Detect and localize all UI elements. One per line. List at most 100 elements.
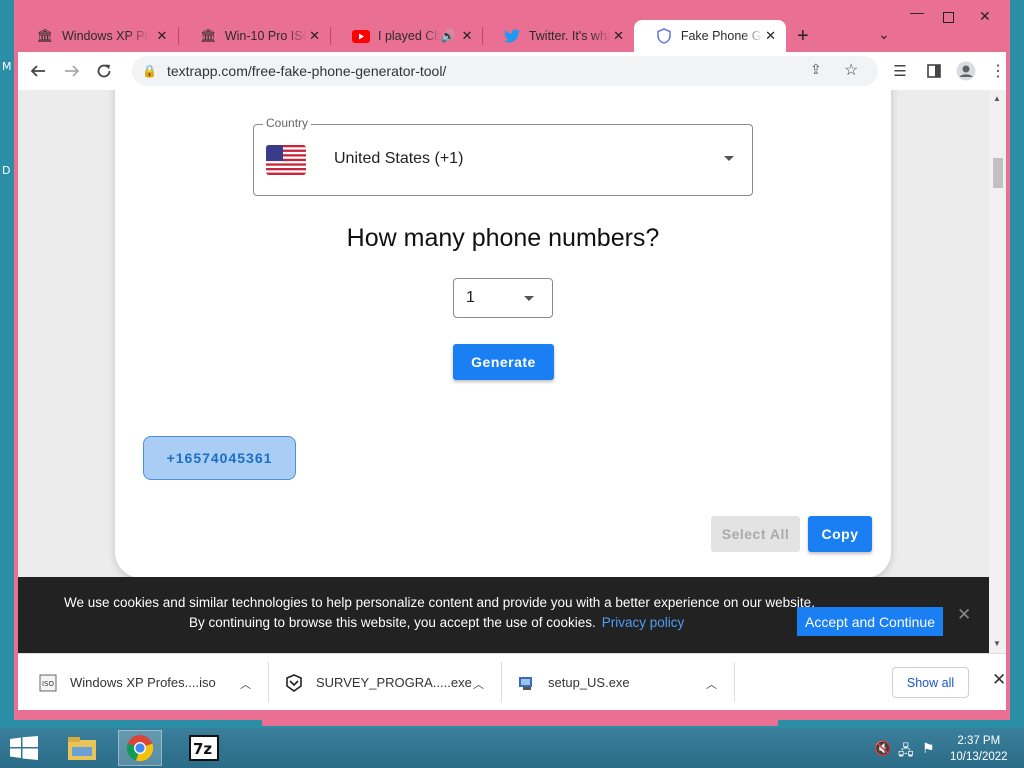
address-bar[interactable]: 🔒 textrapp.com/free-fake-phone-generator… bbox=[132, 56, 878, 86]
back-arrow-icon[interactable] bbox=[22, 55, 54, 87]
download-item-setup[interactable]: setup_US.exe bbox=[516, 654, 726, 711]
download-filename: Windows XP Profes....iso bbox=[70, 675, 216, 690]
browser-toolbar: 🔒 textrapp.com/free-fake-phone-generator… bbox=[18, 52, 1006, 90]
twitter-icon bbox=[504, 27, 521, 45]
show-all-button[interactable]: Show all bbox=[892, 667, 969, 698]
chevron-up-icon[interactable]: ︿ bbox=[473, 676, 484, 692]
speaker-muted-icon[interactable]: 🔇 bbox=[874, 740, 891, 757]
tab-windows-xp[interactable]: 🏛 Windows XP Pro ✕ bbox=[14, 20, 178, 52]
page-scrollbar[interactable]: ▲ ▼ bbox=[989, 90, 1006, 653]
scroll-up-arrow-icon[interactable]: ▲ bbox=[993, 94, 1001, 103]
caret-down-icon bbox=[724, 156, 734, 161]
country-label: Country bbox=[263, 116, 312, 130]
file-explorer-icon[interactable] bbox=[60, 730, 104, 766]
svg-text:7z: 7z bbox=[193, 740, 212, 758]
cookie-banner: We use cookies and similar technologies … bbox=[18, 577, 989, 653]
download-separator bbox=[501, 662, 502, 702]
download-item-survey[interactable]: SURVEY_PROGRA.....exe bbox=[284, 654, 494, 711]
tab-search-chevron-icon[interactable]: ⌄ bbox=[878, 26, 890, 43]
share-icon[interactable]: ⇪ bbox=[810, 61, 822, 78]
country-value: United States (+1) bbox=[334, 150, 464, 167]
cookie-close-icon[interactable]: ✕ bbox=[957, 605, 971, 625]
generator-card: United States (+1) Country How many phon… bbox=[115, 90, 891, 578]
taskbar: 7z 🔇 🖧 ⚑ 2:37 PM 10/13/2022 bbox=[0, 728, 1024, 768]
clock-date: 10/13/2022 bbox=[950, 751, 1008, 763]
tab-win10[interactable]: 🏛 Win-10 Pro ISO ✕ bbox=[178, 20, 330, 52]
tab-twitter[interactable]: Twitter. It's what ✕ bbox=[482, 20, 634, 52]
chevron-up-icon[interactable]: ︿ bbox=[706, 676, 717, 692]
browser-window: 🏛 Windows XP Pro ✕ 🏛 Win-10 Pro ISO ✕ I … bbox=[14, 0, 1010, 720]
tab-title: Fake Phone Ger bbox=[680, 29, 763, 43]
chrome-icon[interactable] bbox=[118, 730, 162, 766]
select-all-button[interactable]: Select All bbox=[711, 516, 800, 552]
clock-time: 2:37 PM bbox=[957, 735, 1001, 747]
maximize-icon[interactable] bbox=[943, 10, 954, 26]
close-icon[interactable]: ✕ bbox=[460, 28, 474, 44]
exe-file-icon bbox=[284, 673, 304, 693]
speaker-icon[interactable]: 🔊 bbox=[440, 27, 456, 45]
close-icon[interactable]: ✕ bbox=[992, 670, 1006, 690]
forward-arrow-icon[interactable] bbox=[56, 55, 88, 87]
shield-icon bbox=[656, 27, 673, 45]
close-icon[interactable]: ✕ bbox=[307, 28, 322, 44]
tab-title: Windows XP Pro bbox=[62, 29, 150, 43]
count-value: 1 bbox=[466, 289, 475, 306]
reload-icon[interactable] bbox=[88, 55, 120, 87]
svg-text:ISO: ISO bbox=[42, 680, 55, 688]
cookie-text-line2-body: By continuing to browse this website, yo… bbox=[189, 615, 596, 630]
bank-icon: 🏛 bbox=[200, 28, 217, 43]
side-panel-icon[interactable] bbox=[918, 55, 950, 87]
profile-avatar-icon[interactable] bbox=[950, 55, 982, 87]
cookie-text-line1: We use cookies and similar technologies … bbox=[64, 595, 815, 610]
us-flag-icon bbox=[266, 145, 306, 175]
phone-number-chip[interactable]: +16574045361 bbox=[143, 436, 296, 480]
download-shelf: ISO Windows XP Profes....iso ︿ SURVEY_PR… bbox=[18, 653, 1006, 710]
desktop-letter-d: D bbox=[2, 164, 11, 177]
download-item-xp[interactable]: ISO Windows XP Profes....iso bbox=[38, 654, 248, 711]
action-center-icon[interactable]: ⚑ bbox=[922, 740, 935, 757]
download-separator bbox=[268, 662, 269, 702]
installer-icon bbox=[516, 673, 536, 693]
close-icon[interactable]: ✕ bbox=[611, 28, 626, 44]
bookmark-star-icon[interactable]: ☆ bbox=[844, 60, 858, 80]
new-tab-button[interactable]: + bbox=[797, 25, 809, 48]
tab-strip: 🏛 Windows XP Pro ✕ 🏛 Win-10 Pro ISO ✕ I … bbox=[14, 0, 1010, 52]
bank-icon: 🏛 bbox=[36, 28, 54, 43]
count-question: How many phone numbers? bbox=[346, 224, 660, 252]
network-icon[interactable]: 🖧 bbox=[898, 740, 914, 764]
lock-icon: 🔒 bbox=[142, 64, 157, 78]
tab-title: Win-10 Pro ISO bbox=[224, 29, 308, 43]
download-filename: setup_US.exe bbox=[548, 675, 630, 690]
scroll-thumb[interactable] bbox=[993, 158, 1003, 188]
page-viewport: United States (+1) Country How many phon… bbox=[18, 90, 989, 653]
generate-button[interactable]: Generate bbox=[453, 344, 554, 380]
chevron-up-icon[interactable]: ︿ bbox=[240, 676, 251, 692]
copy-button[interactable]: Copy bbox=[808, 516, 872, 552]
menu-kebab-icon[interactable]: ⋮ bbox=[982, 55, 1014, 87]
tab-title: Twitter. It's what bbox=[528, 29, 612, 43]
country-select[interactable]: United States (+1) bbox=[253, 124, 753, 196]
close-icon[interactable]: ✕ bbox=[763, 28, 778, 44]
window-shadow-strip bbox=[262, 718, 778, 726]
url-text: textrapp.com/free-fake-phone-generator-t… bbox=[166, 63, 447, 79]
close-icon[interactable]: ✕ bbox=[154, 28, 170, 44]
privacy-policy-link[interactable]: Privacy policy bbox=[602, 615, 685, 630]
youtube-icon bbox=[352, 27, 370, 45]
count-select[interactable]: 1 bbox=[453, 278, 553, 318]
7zip-icon[interactable]: 7z bbox=[182, 730, 226, 766]
iso-file-icon: ISO bbox=[38, 673, 58, 693]
download-separator bbox=[734, 662, 735, 702]
accept-cookies-button[interactable]: Accept and Continue bbox=[797, 607, 943, 636]
taskbar-clock[interactable]: 2:37 PM 10/13/2022 bbox=[950, 733, 1008, 765]
window-close-icon[interactable]: ✕ bbox=[979, 8, 991, 25]
windows-start-icon[interactable] bbox=[10, 736, 38, 760]
tab-title: I played Clas bbox=[378, 29, 440, 43]
tab-fake-phone[interactable]: Fake Phone Ger ✕ bbox=[634, 20, 786, 52]
scroll-down-arrow-icon[interactable]: ▼ bbox=[993, 639, 1001, 648]
minimize-icon[interactable]: — bbox=[910, 4, 924, 20]
caret-down-icon bbox=[524, 296, 534, 301]
tab-youtube[interactable]: I played Clas 🔊 ✕ bbox=[330, 20, 482, 52]
download-filename: SURVEY_PROGRA.....exe bbox=[316, 675, 472, 690]
cookie-text-line2: By continuing to browse this website, yo… bbox=[189, 615, 684, 630]
reading-list-icon[interactable]: ☰ bbox=[884, 55, 916, 87]
